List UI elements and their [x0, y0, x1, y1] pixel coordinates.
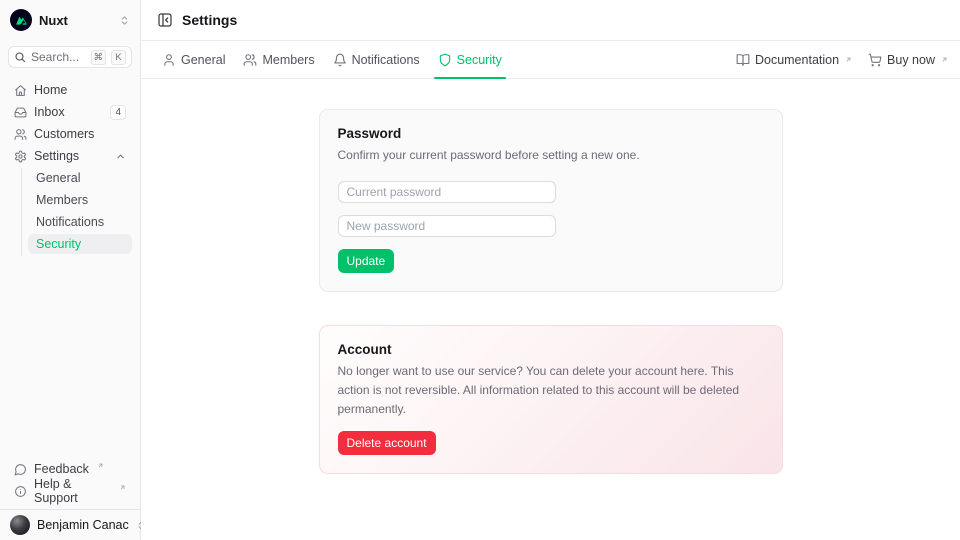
message-bubble-icon: [14, 463, 27, 476]
external-link-icon: [941, 56, 948, 63]
kbd-k: K: [111, 50, 126, 65]
footer-link-label: Help & Support: [34, 477, 111, 505]
bell-icon: [333, 53, 347, 67]
info-circle-icon: [14, 485, 27, 498]
sidebar-footer: Feedback Help & Support Ben: [0, 459, 140, 540]
team-name: Nuxt: [39, 13, 68, 28]
current-password-field[interactable]: [338, 181, 556, 203]
buy-now-link[interactable]: Buy now: [868, 53, 948, 67]
chevron-up-down-icon: [119, 15, 130, 26]
external-link-icon: [845, 56, 852, 63]
page-title: Settings: [182, 12, 237, 28]
sidebar-collapse-icon[interactable]: [157, 12, 173, 28]
sidebar-item-label: General: [36, 171, 80, 185]
tab-notifications[interactable]: Notifications: [324, 41, 429, 78]
account-card-description: No longer want to use our service? You c…: [338, 362, 764, 419]
app-root: Nuxt Search... ⌘ K Home: [0, 0, 960, 540]
sidebar: Nuxt Search... ⌘ K Home: [0, 0, 141, 540]
sidebar-item-settings-members[interactable]: Members: [28, 190, 132, 210]
tab-general[interactable]: General: [153, 41, 234, 78]
action-label: Documentation: [755, 53, 839, 67]
sidebar-nav: Home Inbox 4 Customers Settings: [0, 80, 140, 256]
sidebar-item-label: Notifications: [36, 215, 104, 229]
sidebar-item-settings[interactable]: Settings: [8, 146, 132, 166]
sidebar-item-settings-general[interactable]: General: [28, 168, 132, 188]
password-card-description: Confirm your current password before set…: [338, 146, 764, 165]
sidebar-item-label: Inbox: [34, 105, 65, 119]
account-card-title: Account: [338, 342, 764, 357]
password-card-title: Password: [338, 126, 764, 141]
password-card: Password Confirm your current password b…: [319, 109, 783, 292]
header-actions: Documentation Buy now: [736, 53, 948, 67]
user-icon: [162, 53, 176, 67]
sidebar-item-home[interactable]: Home: [8, 80, 132, 100]
sidebar-item-label: Home: [34, 83, 67, 97]
inbox-icon: [14, 106, 27, 119]
delete-account-button[interactable]: Delete account: [338, 431, 436, 455]
chevron-up-icon: [115, 151, 126, 162]
search-icon: [14, 51, 26, 63]
tab-label: Security: [457, 53, 502, 67]
account-card: Account No longer want to use our servic…: [319, 325, 783, 474]
settings-tabbar: General Members Notifications Security: [141, 41, 960, 79]
tab-members[interactable]: Members: [234, 41, 323, 78]
documentation-link[interactable]: Documentation: [736, 53, 852, 67]
home-icon: [14, 84, 27, 97]
gear-icon: [14, 150, 27, 163]
user-name: Benjamin Canac: [37, 518, 129, 532]
sidebar-item-customers[interactable]: Customers: [8, 124, 132, 144]
tab-label: Members: [262, 53, 314, 67]
external-link-icon: [119, 484, 126, 491]
nuxt-logo-icon: [10, 9, 32, 31]
team-selector[interactable]: Nuxt: [0, 0, 140, 40]
new-password-field[interactable]: [338, 215, 556, 237]
footer-link-label: Feedback: [34, 462, 89, 476]
sidebar-item-inbox[interactable]: Inbox 4: [8, 102, 132, 122]
main-panel: Settings General Members Notifications: [141, 0, 960, 540]
help-support-link[interactable]: Help & Support: [8, 481, 132, 501]
kbd-meta: ⌘: [91, 50, 107, 65]
sidebar-item-label: Settings: [34, 149, 79, 163]
sidebar-item-settings-notifications[interactable]: Notifications: [28, 212, 132, 232]
update-password-button[interactable]: Update: [338, 249, 395, 273]
page-header: Settings: [141, 0, 960, 41]
user-menu[interactable]: Benjamin Canac: [0, 509, 140, 540]
security-content: Password Confirm your current password b…: [141, 79, 960, 540]
shopping-cart-icon: [868, 53, 882, 67]
sidebar-item-label: Customers: [34, 127, 94, 141]
shield-icon: [438, 53, 452, 67]
users-icon: [243, 53, 257, 67]
sidebar-item-label: Security: [36, 237, 81, 251]
external-link-icon: [97, 462, 104, 469]
avatar: [10, 515, 30, 535]
action-label: Buy now: [887, 53, 935, 67]
tab-label: General: [181, 53, 225, 67]
search-input[interactable]: Search... ⌘ K: [8, 46, 132, 68]
tab-label: Notifications: [352, 53, 420, 67]
inbox-count-badge: 4: [110, 105, 126, 120]
book-open-icon: [736, 53, 750, 67]
active-tab-underline: [434, 77, 506, 79]
sidebar-item-settings-security[interactable]: Security: [28, 234, 132, 254]
feedback-link[interactable]: Feedback: [8, 459, 132, 479]
users-icon: [14, 128, 27, 141]
sidebar-item-label: Members: [36, 193, 88, 207]
settings-subnav: General Members Notifications Security: [21, 168, 132, 256]
tab-security[interactable]: Security: [429, 41, 511, 78]
search-placeholder: Search...: [31, 50, 86, 64]
